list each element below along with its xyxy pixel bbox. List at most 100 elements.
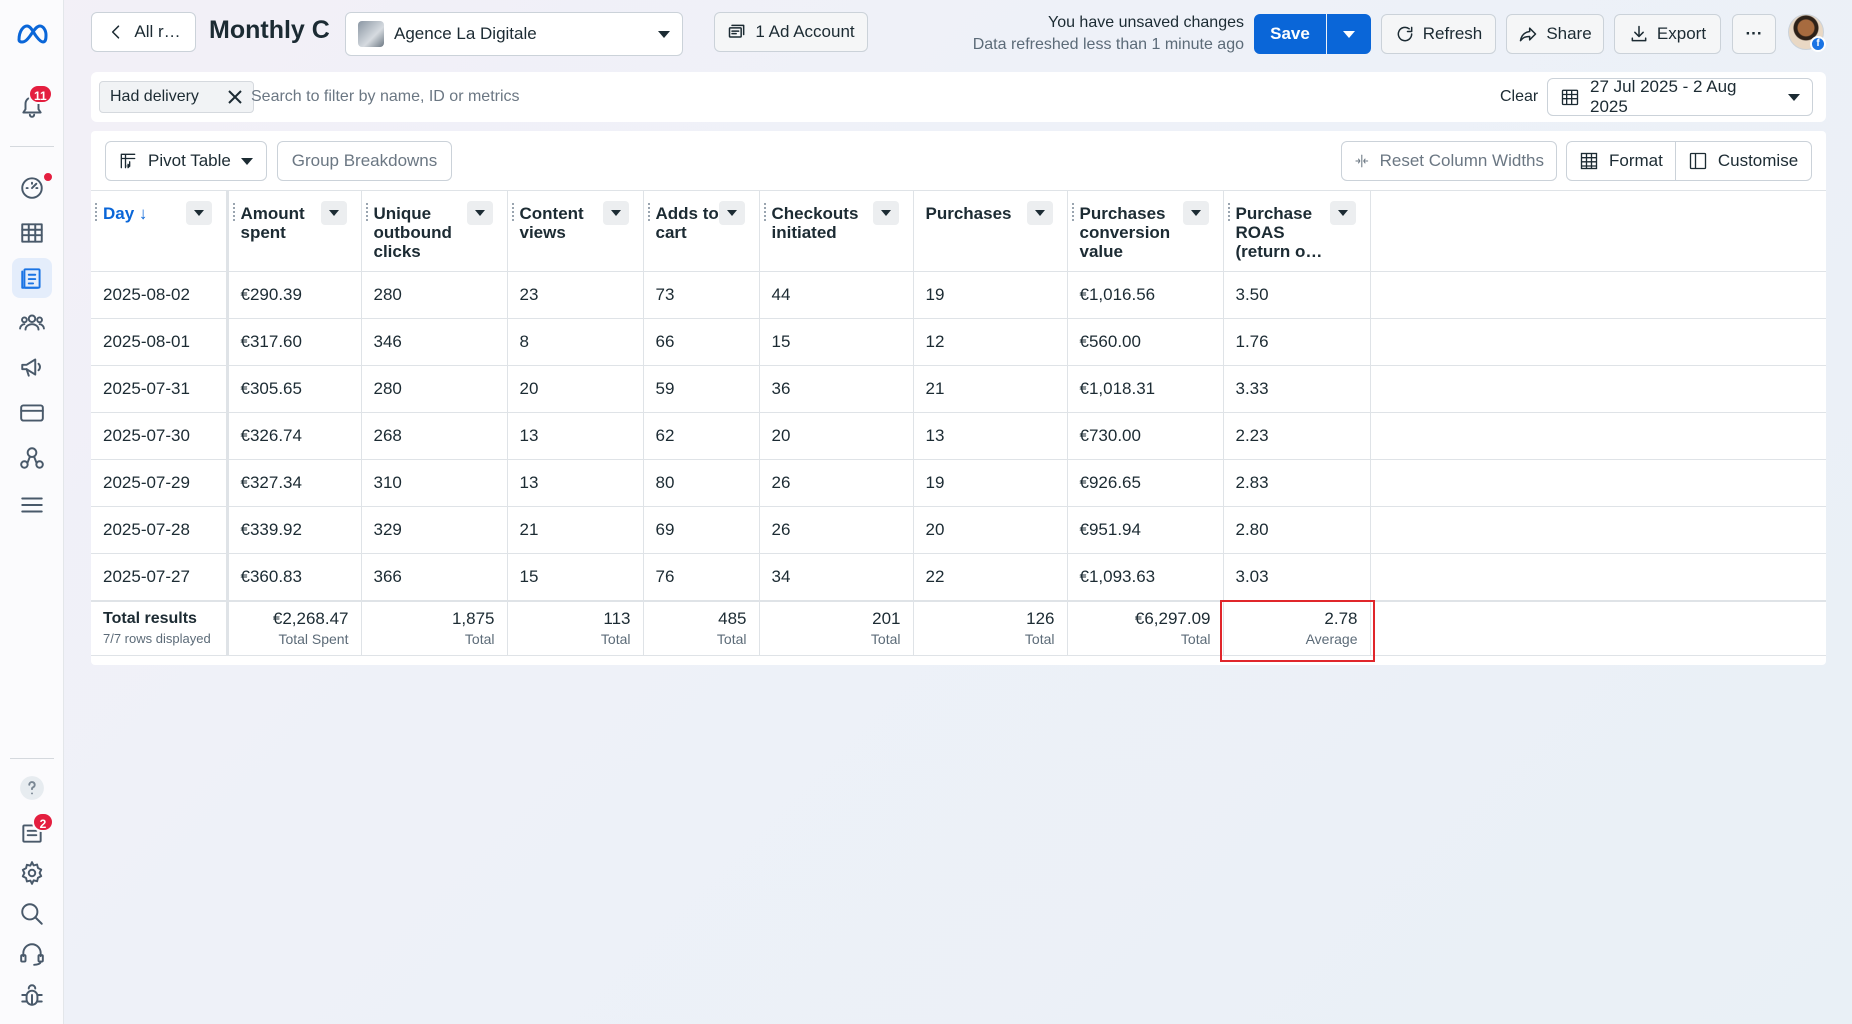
total-cell[interactable]: 201 Total bbox=[759, 599, 914, 656]
column-header-content-views[interactable]: Content views bbox=[507, 190, 644, 272]
table-cell[interactable]: 329 bbox=[361, 506, 508, 554]
table-cell[interactable]: 310 bbox=[361, 459, 508, 507]
search-icon[interactable] bbox=[12, 894, 52, 934]
table-cell[interactable]: 26 bbox=[759, 506, 914, 554]
drag-handle-icon[interactable] bbox=[365, 203, 368, 223]
help-icon[interactable] bbox=[12, 768, 52, 808]
table-cell[interactable]: €326.74 bbox=[227, 412, 362, 460]
table-cell[interactable]: €560.00 bbox=[1067, 318, 1224, 366]
column-menu-button[interactable] bbox=[185, 201, 212, 225]
table-cell[interactable]: 76 bbox=[643, 553, 760, 601]
table-row[interactable]: 2025-07-30 €326.74 268 13 62 20 13 €730.00 2.23 bbox=[91, 412, 1826, 460]
drag-handle-icon[interactable] bbox=[95, 203, 97, 223]
close-icon[interactable] bbox=[227, 89, 243, 105]
column-header-unique-outbound-clicks[interactable]: Unique outbound clicks bbox=[361, 190, 508, 272]
column-menu-button[interactable] bbox=[466, 201, 493, 225]
table-cell[interactable]: €360.83 bbox=[227, 553, 362, 601]
table-cell[interactable]: 20 bbox=[507, 365, 644, 413]
column-menu-button[interactable] bbox=[872, 201, 899, 225]
table-cell[interactable]: 2.80 bbox=[1223, 506, 1371, 554]
drag-handle-icon[interactable] bbox=[763, 203, 766, 223]
table-cell[interactable]: 13 bbox=[913, 412, 1068, 460]
table-cell[interactable]: €951.94 bbox=[1067, 506, 1224, 554]
table-cell[interactable]: 21 bbox=[913, 365, 1068, 413]
table-cell[interactable]: 59 bbox=[643, 365, 760, 413]
table-cell[interactable]: 3.33 bbox=[1223, 365, 1371, 413]
drag-handle-icon[interactable] bbox=[647, 203, 650, 223]
bug-icon[interactable] bbox=[12, 975, 52, 1015]
ad-account-button[interactable]: 1 Ad Account bbox=[714, 12, 868, 52]
table-cell[interactable]: €290.39 bbox=[227, 271, 362, 319]
table-cell[interactable]: 280 bbox=[361, 365, 508, 413]
table-cell[interactable]: €339.92 bbox=[227, 506, 362, 554]
reset-column-widths-button[interactable]: Reset Column Widths bbox=[1341, 141, 1557, 181]
clear-filters-link[interactable]: Clear bbox=[1500, 88, 1538, 106]
table-cell[interactable]: 19 bbox=[913, 271, 1068, 319]
total-cell[interactable]: 485 Total bbox=[643, 599, 760, 656]
total-cell[interactable]: €2,268.47 Total Spent bbox=[227, 599, 362, 656]
table-cell[interactable]: 22 bbox=[913, 553, 1068, 601]
audience-icon[interactable] bbox=[12, 302, 52, 342]
save-button[interactable]: Save bbox=[1254, 14, 1326, 54]
column-header-purchase-roas[interactable]: Purchase ROAS (return o… bbox=[1223, 190, 1371, 272]
table-cell[interactable]: 69 bbox=[643, 506, 760, 554]
table-cell[interactable]: 3.03 bbox=[1223, 553, 1371, 601]
table-cell[interactable]: 2025-07-28 bbox=[91, 506, 229, 554]
table-cell[interactable]: 26 bbox=[759, 459, 914, 507]
table-cell[interactable]: €305.65 bbox=[227, 365, 362, 413]
table-cell[interactable]: €317.60 bbox=[227, 318, 362, 366]
table-cell[interactable]: €327.34 bbox=[227, 459, 362, 507]
table-cell[interactable]: 2025-08-02 bbox=[91, 271, 229, 319]
table-cell[interactable]: €1,016.56 bbox=[1067, 271, 1224, 319]
table-cell[interactable]: 8 bbox=[507, 318, 644, 366]
column-header-amount-spent[interactable]: Amount spent bbox=[227, 190, 362, 272]
table-row[interactable]: 2025-08-01 €317.60 346 8 66 15 12 €560.00 1.76 bbox=[91, 318, 1826, 366]
column-header-adds-to-cart[interactable]: Adds to cart bbox=[643, 190, 760, 272]
drag-handle-icon[interactable] bbox=[1071, 203, 1074, 223]
column-menu-button[interactable] bbox=[602, 201, 629, 225]
total-cell[interactable]: 113 Total bbox=[507, 599, 644, 656]
column-menu-button[interactable] bbox=[718, 201, 745, 225]
table-cell[interactable]: 13 bbox=[507, 459, 644, 507]
filter-search-input[interactable] bbox=[251, 81, 1151, 113]
reports-icon[interactable] bbox=[12, 258, 52, 298]
table-cell[interactable]: 2025-07-30 bbox=[91, 412, 229, 460]
table-cell[interactable]: 20 bbox=[759, 412, 914, 460]
date-range-picker[interactable]: 27 Jul 2025 - 2 Aug 2025 bbox=[1547, 77, 1813, 116]
filter-chip-had-delivery[interactable]: Had delivery bbox=[99, 81, 254, 113]
column-header-purchases-conversion-value[interactable]: Purchases conversion value bbox=[1067, 190, 1224, 272]
table-cell[interactable]: 280 bbox=[361, 271, 508, 319]
column-header-day[interactable]: Day ↓ bbox=[91, 190, 229, 272]
table-cell[interactable]: 2025-08-01 bbox=[91, 318, 229, 366]
share-button[interactable]: Share bbox=[1506, 14, 1604, 54]
total-cell[interactable]: 2.78 Average bbox=[1223, 599, 1371, 656]
table-cell[interactable]: 34 bbox=[759, 553, 914, 601]
table-cell[interactable]: 1.76 bbox=[1223, 318, 1371, 366]
menu-icon[interactable] bbox=[12, 485, 52, 525]
save-options-button[interactable] bbox=[1327, 14, 1371, 54]
column-menu-button[interactable] bbox=[1026, 201, 1053, 225]
table-cell[interactable]: 23 bbox=[507, 271, 644, 319]
table-cell[interactable]: €1,093.63 bbox=[1067, 553, 1224, 601]
column-header-checkouts-initiated[interactable]: Checkouts initiated bbox=[759, 190, 914, 272]
table-cell[interactable]: 21 bbox=[507, 506, 644, 554]
total-cell[interactable]: €6,297.09 Total bbox=[1067, 599, 1224, 656]
table-cell[interactable]: 73 bbox=[643, 271, 760, 319]
table-cell[interactable]: 80 bbox=[643, 459, 760, 507]
format-button[interactable]: Format bbox=[1567, 142, 1675, 180]
account-selector[interactable]: Agence La Digitale bbox=[345, 12, 683, 56]
export-button[interactable]: Export bbox=[1614, 14, 1721, 54]
table-cell[interactable]: 366 bbox=[361, 553, 508, 601]
table-cell[interactable]: 346 bbox=[361, 318, 508, 366]
drag-handle-icon[interactable] bbox=[511, 203, 514, 223]
meta-logo-icon[interactable] bbox=[12, 14, 52, 54]
support-icon[interactable] bbox=[12, 934, 52, 974]
group-breakdowns-button[interactable]: Group Breakdowns bbox=[277, 141, 452, 181]
table-cell[interactable]: €1,018.31 bbox=[1067, 365, 1224, 413]
drag-handle-icon[interactable] bbox=[1227, 203, 1230, 223]
table-row[interactable]: 2025-07-31 €305.65 280 20 59 36 21 €1,018.31 3.3… bbox=[91, 365, 1826, 413]
table-row[interactable]: 2025-07-27 €360.83 366 15 76 34 22 €1,093.63 3.0… bbox=[91, 553, 1826, 601]
table-cell[interactable]: 2025-07-27 bbox=[91, 553, 229, 601]
column-menu-button[interactable] bbox=[1182, 201, 1209, 225]
table-cell[interactable]: 19 bbox=[913, 459, 1068, 507]
